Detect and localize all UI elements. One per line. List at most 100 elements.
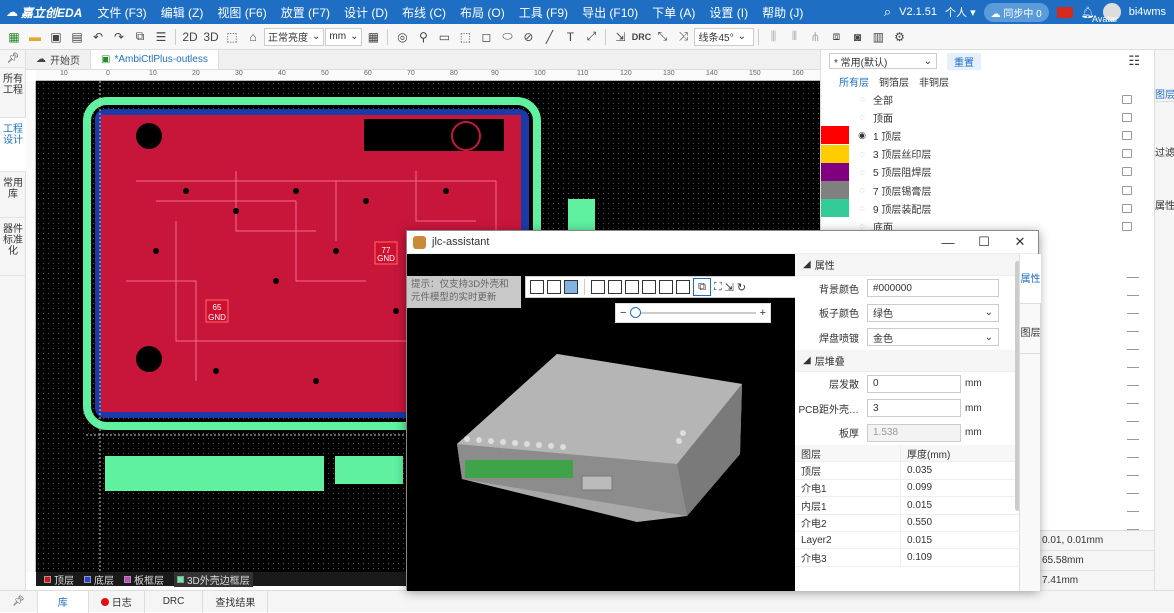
bottom-tab-search-results[interactable]: 查找结果 <box>203 590 269 613</box>
export-icon[interactable]: ⇲ <box>725 281 734 294</box>
shell-distance-input[interactable]: 3 <box>867 399 961 418</box>
ellipse-icon[interactable]: ⬭ <box>497 27 517 47</box>
layers-icon[interactable]: ⧈ <box>826 27 846 47</box>
props-section-header[interactable]: ◢ 属性 <box>795 254 1027 276</box>
layer-row-all[interactable]: ◌ 全部 <box>821 90 1154 108</box>
close-icon[interactable]: ✕ <box>1002 231 1038 254</box>
undo-icon[interactable]: ↶ <box>88 27 108 47</box>
sync-button[interactable]: ☁ 同步中 0 <box>983 2 1049 22</box>
menu-design[interactable]: 设计 (D) <box>337 4 395 21</box>
spread-input[interactable]: 0 <box>867 374 961 393</box>
redo-icon[interactable]: ↷ <box>109 27 129 47</box>
zoom-slider[interactable]: − + <box>615 303 771 323</box>
settings-list-icon[interactable]: ☷ <box>1128 53 1140 69</box>
view-left-icon[interactable] <box>625 280 639 294</box>
eye-off-icon[interactable]: ◌ <box>855 149 869 159</box>
personal-dropdown[interactable]: 个人 ▾ <box>945 4 976 20</box>
left-tab-common-library[interactable]: 常用库 <box>0 172 26 218</box>
bottom-tab-log[interactable]: 日志 <box>89 590 145 613</box>
slider-track[interactable] <box>630 307 756 318</box>
erase-icon[interactable]: ⌂ <box>243 27 263 47</box>
filter-copper-layers[interactable]: 铜箔层 <box>877 74 911 89</box>
pad-finish-select[interactable]: 金色 ⌄ <box>867 328 999 347</box>
menu-order[interactable]: 下单 (A) <box>645 4 702 21</box>
lock-icon[interactable] <box>1122 94 1132 104</box>
language-flag-icon[interactable] <box>1056 6 1073 18</box>
new-icon[interactable]: ▦ <box>4 27 24 47</box>
bottom-tab-library[interactable]: 库 <box>37 590 89 613</box>
layer-row-top-mask[interactable]: ◌ 5 顶层阻焊层 <box>821 162 1154 181</box>
dialog-titlebar[interactable]: jlc-assistant — ☐ ✕ <box>407 231 1038 254</box>
fanout-icon[interactable]: ⤨ <box>673 27 693 47</box>
snap-icon[interactable]: ⋔ <box>805 27 825 47</box>
pin-icon[interactable]: 📌︎ <box>0 590 38 613</box>
grid-icon[interactable]: ▦ <box>363 27 383 47</box>
menu-layout[interactable]: 布局 (O) <box>453 4 512 21</box>
view-2d-button[interactable]: 2D <box>180 27 200 47</box>
layer-chip-bottom[interactable]: 底层 <box>84 572 114 587</box>
save-as-icon[interactable]: ▤ <box>67 27 87 47</box>
open-folder-icon[interactable]: ▬ <box>25 27 45 47</box>
lock-icon[interactable] <box>1122 203 1132 213</box>
tab-pcb-document[interactable]: ▣ *AmbiCtlPlus-outless <box>91 50 219 69</box>
right-tab-layers[interactable]: 图层 <box>1155 50 1174 102</box>
drc-button[interactable]: DRC <box>631 27 652 47</box>
layer-color-swatch[interactable] <box>821 181 849 200</box>
menu-help[interactable]: 帮助 (J) <box>755 4 810 21</box>
layer-row-top-silk[interactable]: ◌ 3 顶层丝印层 <box>821 144 1154 163</box>
zoom-out-icon[interactable]: − <box>620 307 626 319</box>
layer-row-top[interactable]: ◉ 1 顶层 <box>821 126 1154 145</box>
layer-color-swatch[interactable] <box>821 162 849 181</box>
save-icon[interactable]: ▣ <box>46 27 66 47</box>
layer-color-swatch[interactable] <box>821 199 849 218</box>
eye-icon[interactable]: ◉ <box>855 130 869 141</box>
bg-color-input[interactable]: #000000 <box>867 279 999 298</box>
pin-icon[interactable]: 📌︎ <box>0 50 26 68</box>
layer-chip-3d-shell[interactable]: 3D外壳边框层 <box>174 571 253 587</box>
layer-row-top-side[interactable]: ◌ 顶面 <box>821 108 1154 126</box>
board-color-select[interactable]: 绿色 ⌄ <box>867 303 999 322</box>
route-icon[interactable]: ⤡ <box>652 27 672 47</box>
maximize-icon[interactable]: ☐ <box>966 231 1002 254</box>
layer-color-swatch[interactable] <box>821 126 849 145</box>
lock-icon[interactable] <box>1122 112 1132 122</box>
dialog-tab-properties[interactable]: 属性 <box>1020 254 1041 304</box>
menu-edit[interactable]: 编辑 (Z) <box>154 4 211 21</box>
layer-row-top-assembly[interactable]: ◌ 9 顶层装配层 <box>821 199 1154 218</box>
layer-color-swatch[interactable] <box>821 144 849 163</box>
line-angle-select[interactable]: 线条45° ⌄ <box>694 27 755 46</box>
lock-icon[interactable] <box>1122 221 1132 231</box>
left-tab-project-design[interactable]: 工程设计 <box>0 118 26 172</box>
menu-route[interactable]: 布线 (C) <box>395 4 453 21</box>
view-top-icon[interactable] <box>659 280 673 294</box>
menu-tools[interactable]: 工具 (F9) <box>512 4 575 21</box>
unit-select[interactable]: mm ⌄ <box>325 27 363 46</box>
lock-icon[interactable] <box>1122 149 1132 159</box>
tab-start-page[interactable]: ☁ 开始页 <box>26 50 91 69</box>
eye-off-icon[interactable]: ◌ <box>855 112 869 122</box>
layer-preset-select[interactable]: * 常用(默认) ⌄ <box>829 53 937 69</box>
copy-icon[interactable]: ⧉ <box>130 27 150 47</box>
search-icon[interactable]: ⌕ <box>884 4 891 20</box>
layer-chip-top[interactable]: 顶层 <box>44 572 74 587</box>
eye-off-icon[interactable]: ◌ <box>855 94 869 104</box>
menu-view[interactable]: 视图 (F6) <box>210 4 273 21</box>
eye-off-icon[interactable]: ◌ <box>855 203 869 213</box>
stackup-section-header[interactable]: ◢ 层堆叠 <box>795 349 1027 372</box>
eye-off-icon[interactable]: ◌ <box>855 167 869 177</box>
layers-stack-icon[interactable]: ⧉ <box>693 278 711 296</box>
dimension-icon[interactable]: ⤢ <box>581 27 601 47</box>
reset-button[interactable]: 重置 <box>947 52 981 70</box>
list-icon[interactable]: ☰ <box>151 27 171 47</box>
align-icon[interactable]: ⫼ <box>763 27 783 47</box>
polygon-icon[interactable]: ◻ <box>476 27 496 47</box>
gear-icon[interactable]: ⚙ <box>889 27 909 47</box>
filter-non-copper-layers[interactable]: 非铜层 <box>917 74 951 89</box>
zoom-in-icon[interactable]: + <box>760 307 766 319</box>
left-tab-all-projects[interactable]: 所有工程 <box>0 68 26 118</box>
select-area-icon[interactable]: ⬚ <box>222 27 242 47</box>
line-icon[interactable]: ╱ <box>539 27 559 47</box>
text-icon[interactable]: T <box>560 27 580 47</box>
target-icon[interactable]: ◎ <box>392 27 412 47</box>
view-iso-icon[interactable] <box>530 280 544 294</box>
